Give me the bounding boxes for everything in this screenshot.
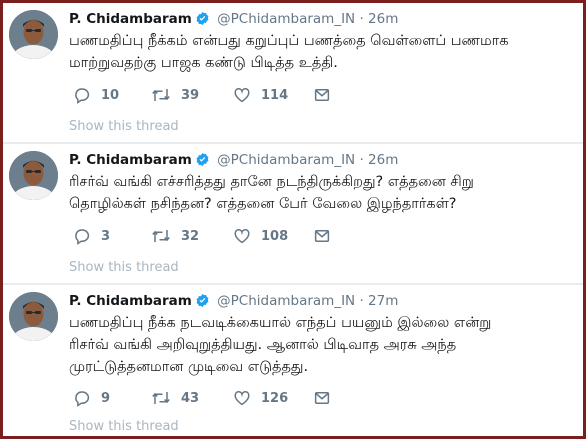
reply-button[interactable]: 3 xyxy=(73,226,110,246)
verified-badge-icon xyxy=(195,152,210,172)
verified-badge-icon xyxy=(195,293,210,313)
tweet-actions: 3 32 108 xyxy=(73,226,353,246)
reply-count: 9 xyxy=(101,390,111,406)
like-button[interactable]: 108 xyxy=(233,226,288,246)
show-thread-link[interactable]: Show this thread xyxy=(69,260,179,275)
author-handle[interactable]: @PChidambaram_IN xyxy=(217,152,355,168)
tweet-text-line: பணமதிப்பு நீக்கம் என்பது கறுப்புப் பணத்த… xyxy=(69,33,509,49)
author-name[interactable]: P. Chidambaram xyxy=(69,293,192,309)
tweet-header: P. Chidambaram @PChidambaram_IN · 26m xyxy=(69,10,398,28)
show-thread-link[interactable]: Show this thread xyxy=(69,419,179,434)
tweet-actions: 10 39 114 xyxy=(73,85,353,105)
separator: · xyxy=(359,293,364,309)
tweet-timeline: P. Chidambaram @PChidambaram_IN · 26m பண… xyxy=(0,0,586,439)
direct-message-button[interactable] xyxy=(313,85,341,105)
avatar[interactable] xyxy=(9,151,58,200)
tweet-header: P. Chidambaram @PChidambaram_IN · 27m xyxy=(69,292,398,310)
tweet-text-line: ரிசர்வ் வங்கி எச்சரித்தது தானே நடந்திருக… xyxy=(69,174,474,190)
retweet-button[interactable]: 43 xyxy=(151,388,199,408)
author-handle[interactable]: @PChidambaram_IN xyxy=(217,11,355,27)
tweet-text: ரிசர்வ் வங்கி எச்சரித்தது தானே நடந்திருக… xyxy=(69,171,569,215)
author-name[interactable]: P. Chidambaram xyxy=(69,152,192,168)
tweet-text: பணமதிப்பு நீக்க நடவடிக்கையால் எந்தப் பயன… xyxy=(69,312,569,378)
tweet-actions: 9 43 126 xyxy=(73,388,353,408)
retweet-icon xyxy=(152,392,170,404)
retweet-button[interactable]: 39 xyxy=(151,85,199,105)
verified-badge-icon xyxy=(195,11,210,31)
heart-icon xyxy=(234,390,250,406)
tweet-text-line: ரிசர்வ் வங்கி அறிவுறுத்தியது. ஆனால் பிடி… xyxy=(69,337,457,353)
reply-button[interactable]: 10 xyxy=(73,85,119,105)
tweet-text-line: தொழில்கள் நசிந்தன? எத்தனை பேர் வேலை இழந்… xyxy=(69,196,457,212)
envelope-icon xyxy=(314,230,330,242)
envelope-icon xyxy=(314,89,330,101)
like-button[interactable]: 114 xyxy=(233,85,288,105)
tweet[interactable]: P. Chidambaram @PChidambaram_IN · 27m பண… xyxy=(3,285,583,436)
retweet-count: 39 xyxy=(181,87,200,103)
retweet-count: 43 xyxy=(181,390,200,406)
separator: · xyxy=(359,11,364,27)
author-handle[interactable]: @PChidambaram_IN xyxy=(217,293,355,309)
reply-count: 10 xyxy=(101,87,120,103)
profile-photo-icon xyxy=(9,151,58,200)
reply-icon xyxy=(75,88,90,104)
retweet-icon xyxy=(152,89,170,101)
like-count: 108 xyxy=(261,228,289,244)
heart-icon xyxy=(234,228,250,244)
timestamp[interactable]: 26m xyxy=(368,152,398,168)
profile-photo-icon xyxy=(9,292,58,341)
direct-message-button[interactable] xyxy=(313,388,341,408)
tweet[interactable]: P. Chidambaram @PChidambaram_IN · 26m ரி… xyxy=(3,144,583,283)
reply-count: 3 xyxy=(101,228,111,244)
retweet-icon xyxy=(152,230,170,242)
envelope-icon xyxy=(314,392,330,404)
separator: · xyxy=(359,152,364,168)
retweet-count: 32 xyxy=(181,228,200,244)
retweet-button[interactable]: 32 xyxy=(151,226,199,246)
tweet-text-line: பணமதிப்பு நீக்க நடவடிக்கையால் எந்தப் பயன… xyxy=(69,315,492,331)
like-count: 126 xyxy=(261,390,289,406)
heart-icon xyxy=(234,87,250,103)
like-count: 114 xyxy=(261,87,289,103)
tweet-text-line: மாற்றுவதற்கு பாஜக கண்டு பிடித்த உத்தி. xyxy=(69,55,338,71)
profile-photo-icon xyxy=(9,10,58,59)
timestamp[interactable]: 27m xyxy=(368,293,398,309)
show-thread-link[interactable]: Show this thread xyxy=(69,119,179,134)
tweet-text: பணமதிப்பு நீக்கம் என்பது கறுப்புப் பணத்த… xyxy=(69,30,569,74)
reply-button[interactable]: 9 xyxy=(73,388,110,408)
avatar[interactable] xyxy=(9,10,58,59)
timestamp[interactable]: 26m xyxy=(368,11,398,27)
reply-icon xyxy=(75,391,90,407)
avatar[interactable] xyxy=(9,292,58,341)
direct-message-button[interactable] xyxy=(313,226,341,246)
tweet-text-line: முரட்டுத்தனமான முடிவை எடுத்தது. xyxy=(69,359,309,375)
tweet[interactable]: P. Chidambaram @PChidambaram_IN · 26m பண… xyxy=(3,3,583,142)
reply-icon xyxy=(75,229,90,245)
like-button[interactable]: 126 xyxy=(233,388,288,408)
tweet-header: P. Chidambaram @PChidambaram_IN · 26m xyxy=(69,151,398,169)
author-name[interactable]: P. Chidambaram xyxy=(69,11,192,27)
